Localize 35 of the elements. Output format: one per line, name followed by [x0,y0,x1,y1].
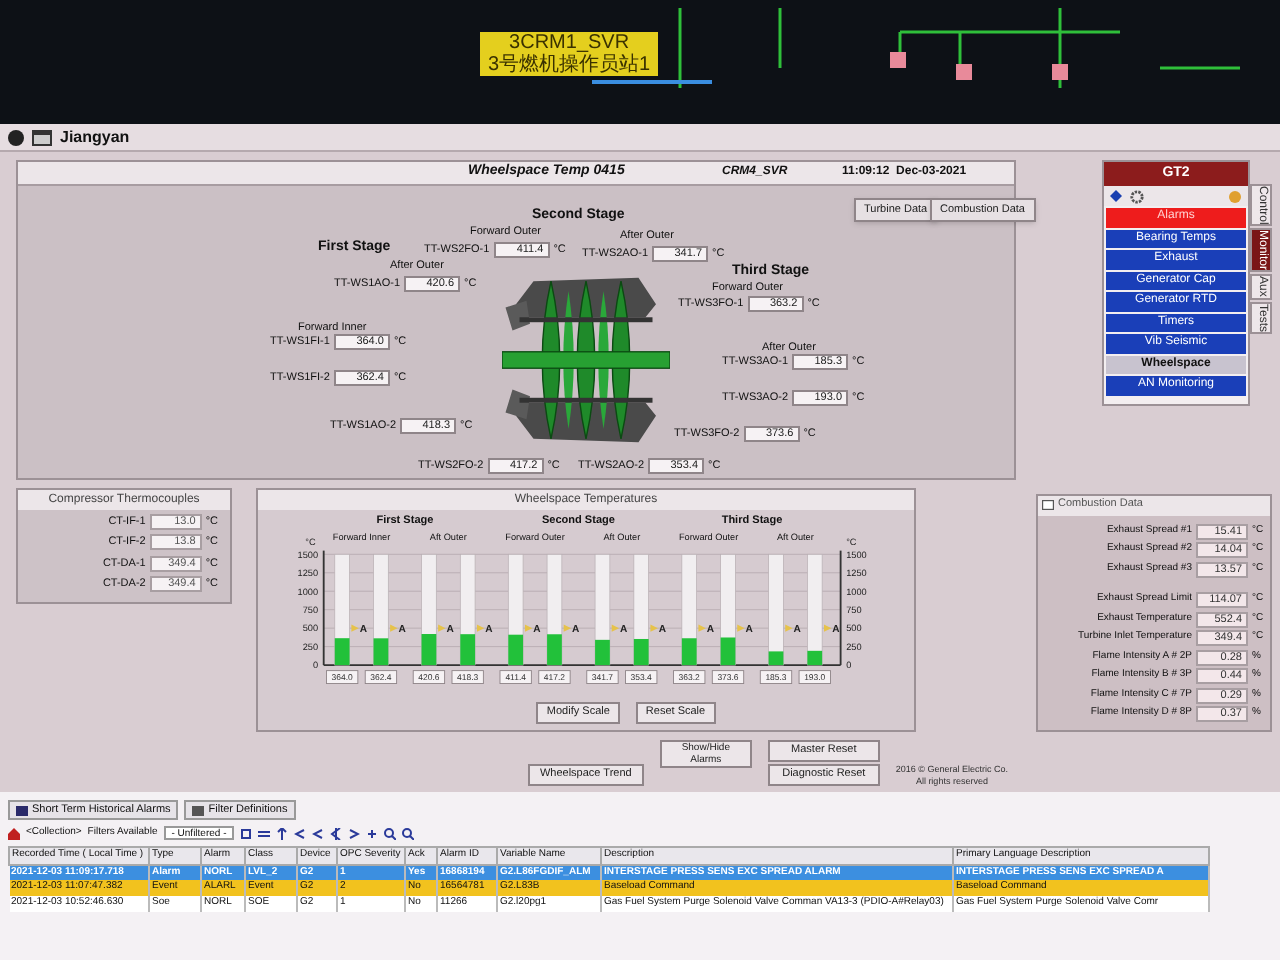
bar [460,634,476,666]
alarm-marker-icon [563,624,572,632]
y-axis [322,549,325,666]
record-icon [8,129,24,145]
home-icon [8,827,20,839]
alarm-marker-icon [476,624,485,632]
alarm-marker-icon [650,624,658,632]
zoom-icon[interactable] [402,827,415,839]
window-icon [1042,500,1054,510]
filter-icon [192,805,205,815]
window-title: Jiangyan [60,125,130,149]
y-axis [839,549,842,666]
window-icon [32,129,52,145]
station-label: 3CRM1_SVR 3号燃机操作员站1 [480,32,659,76]
gear-icon [1130,189,1144,203]
list-icon[interactable] [258,827,271,839]
page-icon[interactable] [240,827,253,839]
plus-icon[interactable] [366,827,379,839]
zoom-icon[interactable] [384,827,397,839]
alarm-marker-icon [524,624,533,632]
left-arrow-icon[interactable] [330,827,343,839]
alarm-marker-icon [611,624,620,632]
alarm-marker-icon [438,624,446,632]
alarm-marker-icon [351,624,359,632]
bar [508,634,524,666]
list-icon [16,805,28,815]
alarm-marker-icon [390,624,398,632]
alarm-marker-icon [785,624,793,632]
bar [547,634,562,666]
diamond-icon [1110,190,1122,202]
upload-icon[interactable] [276,827,289,839]
alarm-marker-icon [698,624,706,632]
bar [595,639,610,666]
alarm-marker-icon [824,624,832,632]
alarm-marker-icon [737,624,745,632]
